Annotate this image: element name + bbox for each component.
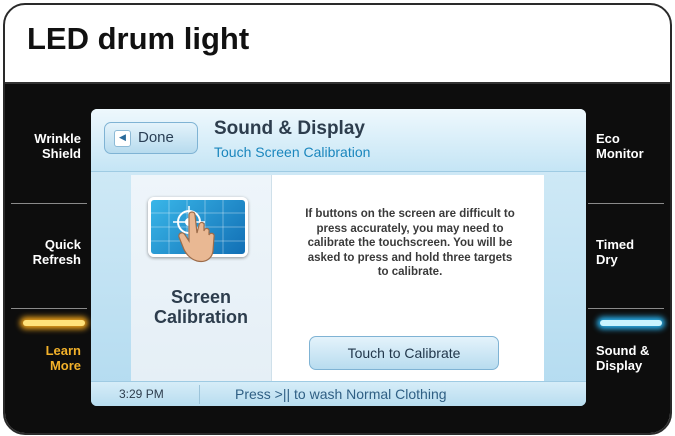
sound-display-key[interactable]: Sound & Display — [584, 328, 670, 432]
key-divider — [11, 308, 87, 309]
led-indicator-amber — [23, 320, 85, 326]
back-arrow-icon: ◀ — [114, 130, 131, 147]
key-label: Learn More — [45, 343, 81, 373]
status-message: Press >|| to wash Normal Clothing — [235, 386, 447, 402]
page-title: LED drum light — [27, 21, 250, 56]
led-indicator-blue — [600, 320, 662, 326]
touch-screen: ◀ Done Sound & Display Touch Screen Cali… — [91, 109, 586, 406]
calibration-content: Screen Calibration If buttons on the scr… — [131, 175, 544, 381]
control-panel: WrinkleShield QuickRefresh LearnMore — [5, 82, 670, 433]
calibration-description: If buttons on the screen are difficult t… — [305, 208, 515, 278]
key-label: Eco Monitor — [596, 131, 644, 161]
wrinkle-shield-key[interactable]: Wrinkle Shield — [5, 84, 91, 188]
eco-monitor-key[interactable]: Eco Monitor — [584, 84, 670, 188]
pointing-hand-icon — [178, 211, 215, 263]
screen-calibration-label: Screen Calibration — [153, 287, 248, 327]
status-bar: 3:29 PM Press >|| to wash Normal Clothin… — [91, 381, 586, 406]
left-key-column: Wrinkle Shield Quick Refresh Learn More — [5, 84, 91, 433]
key-label: Wrinkle Shield — [34, 131, 81, 161]
right-key-column: Eco Monitor Timed Dry Sound & Display — [584, 84, 670, 433]
learn-more-key[interactable]: Learn More — [5, 328, 91, 432]
photo-frame: LED drum light Wrinkle Shield Quick Refres… — [3, 3, 672, 435]
timed-dry-key[interactable]: Timed Dry — [584, 204, 670, 308]
key-label: Timed Dry — [596, 237, 635, 267]
status-divider — [199, 385, 200, 404]
done-button[interactable]: ◀ Done — [104, 122, 198, 154]
clock-time: 3:29 PM — [119, 387, 164, 401]
screen-header: ◀ Done Sound & Display Touch Screen Cali… — [91, 109, 586, 172]
calibration-sidebar: Screen Calibration — [131, 175, 272, 381]
quick-refresh-key[interactable]: Quick Refresh — [5, 204, 91, 308]
touch-to-calibrate-button[interactable]: Touch to Calibrate — [309, 336, 499, 370]
key-label: Quick Refresh — [32, 237, 81, 267]
key-divider — [588, 308, 664, 309]
screen-subtitle: Touch Screen Calibration — [214, 144, 371, 160]
done-label: Done — [138, 129, 174, 146]
screen-title: Sound & Display — [214, 118, 365, 139]
key-label: Sound & Display — [596, 343, 650, 373]
